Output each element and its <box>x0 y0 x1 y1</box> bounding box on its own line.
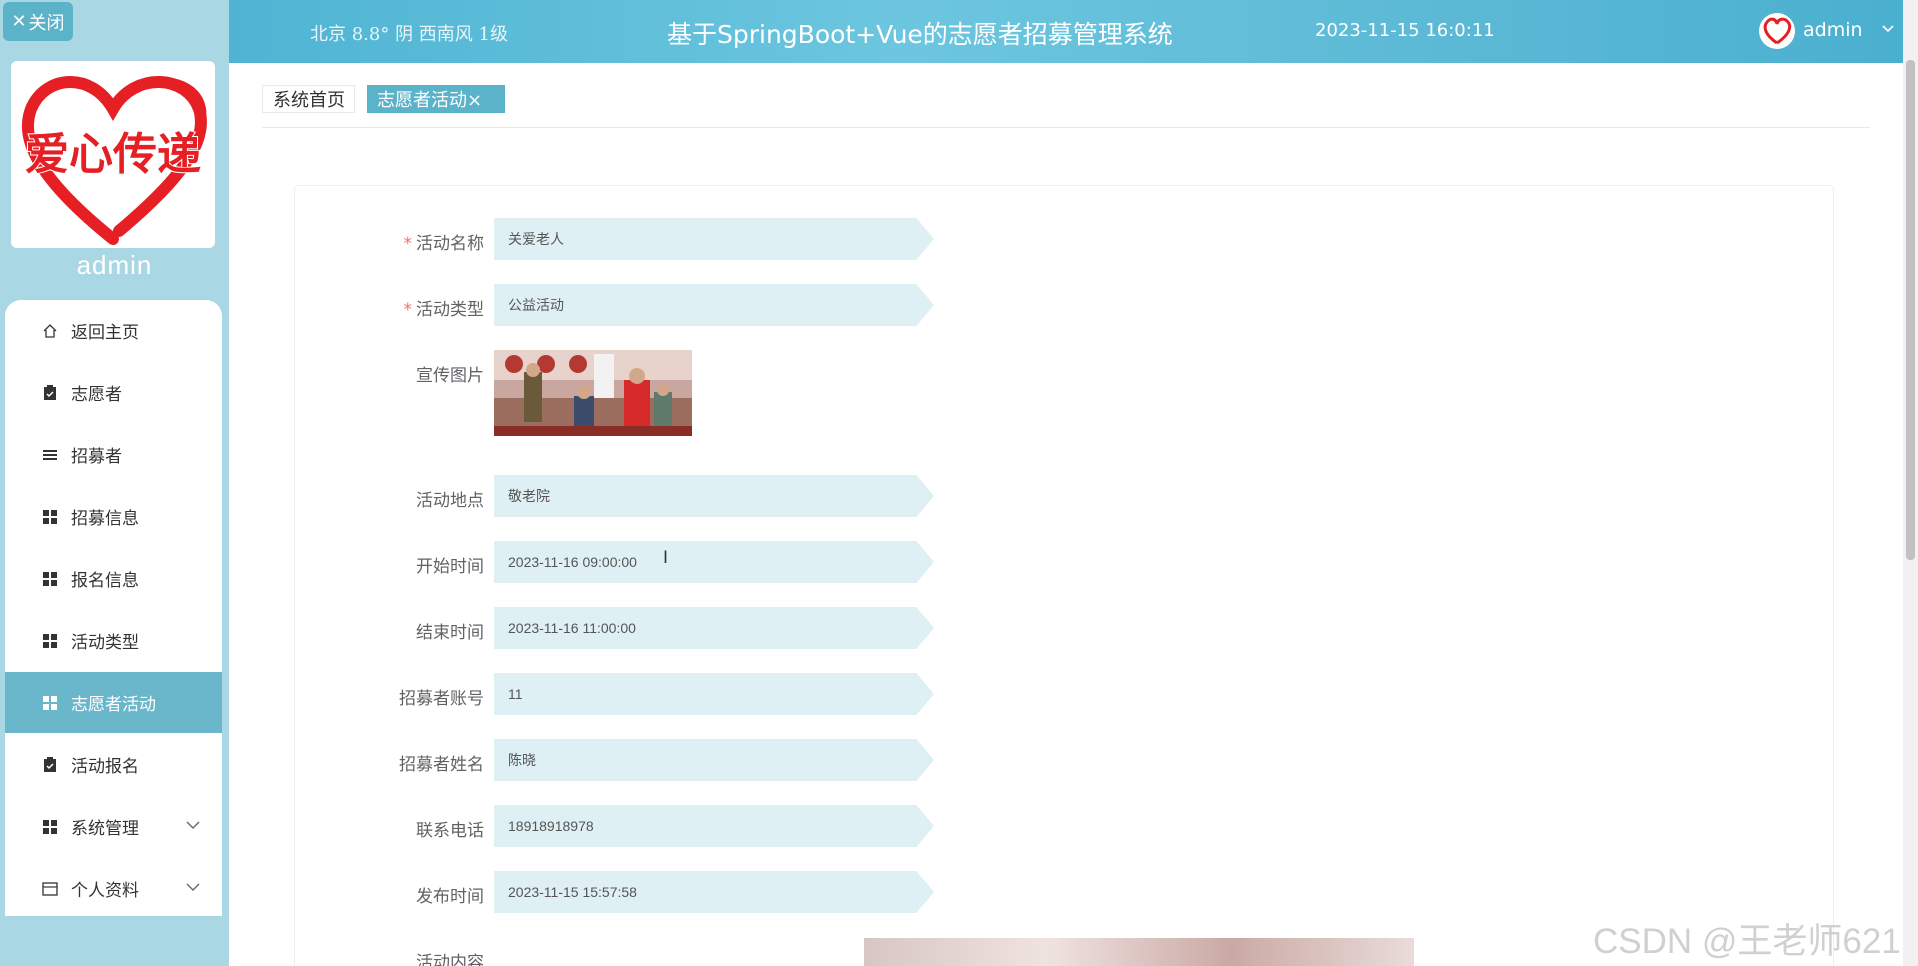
page-scrollbar[interactable] <box>1903 0 1918 966</box>
required-mark: * <box>403 300 413 320</box>
field-label: 发布时间 <box>416 887 484 907</box>
field-label: 开始时间 <box>416 557 484 577</box>
location-field[interactable]: 敬老院 <box>494 475 934 517</box>
heart-logo-icon: 爱心传递 <box>21 76 207 245</box>
top-header: 北京 8.8° 阴 西南风 1级 基于SpringBoot+Vue的志愿者招募管… <box>229 0 1903 63</box>
start-time-field[interactable]: 2023-11-16 09:00:00 <box>494 541 934 583</box>
avatar[interactable] <box>1759 13 1795 49</box>
sidebar-item-label: 志愿者 <box>71 385 122 405</box>
content-image <box>864 938 1414 966</box>
clipboard-icon <box>41 384 59 402</box>
sidebar-item-label: 志愿者活动 <box>71 695 156 715</box>
watermark: CSDN @王老师621 <box>1593 922 1901 961</box>
form-row-publish-time: 发布时间 2023-11-15 15:57:58 <box>294 871 994 915</box>
sidebar: ✕ 关闭 爱心传递 admin 返回主页 志愿者 招募者 招募信息 报名信息 活… <box>0 0 229 966</box>
scrollbar-thumb[interactable] <box>1906 60 1915 560</box>
sidebar-item-label: 返回主页 <box>71 323 139 343</box>
sidebar-item-label: 招募者 <box>71 447 122 467</box>
card-icon <box>41 880 59 898</box>
sidebar-item-label: 活动报名 <box>71 757 139 777</box>
list-icon <box>41 446 59 464</box>
sidebar-item-volunteer-activities[interactable]: 志愿者活动 <box>5 672 222 733</box>
field-label: 宣传图片 <box>416 366 484 386</box>
chevron-down-icon[interactable] <box>1882 22 1894 37</box>
end-time-field[interactable]: 2023-11-16 11:00:00 <box>494 607 934 649</box>
required-mark: * <box>403 234 413 254</box>
field-label: 活动地点 <box>416 491 484 511</box>
form-row-phone: 联系电话 18918918978 <box>294 805 994 849</box>
sidebar-username: admin <box>76 250 153 280</box>
sidebar-item-volunteers[interactable]: 志愿者 <box>5 362 222 423</box>
text-cursor-icon: I <box>663 548 669 568</box>
sidebar-item-label: 活动类型 <box>71 633 139 653</box>
form-row-recruiter-account: 招募者账号 11 <box>294 673 994 717</box>
grid-icon <box>41 570 59 588</box>
close-icon: ✕ <box>11 11 27 32</box>
sidebar-item-home[interactable]: 返回主页 <box>5 300 222 361</box>
grid-icon <box>41 694 59 712</box>
promo-image[interactable] <box>494 350 692 436</box>
weather-info: 北京 8.8° 阴 西南风 1级 <box>310 24 508 45</box>
clipboard-icon <box>41 756 59 774</box>
field-label: * 活动名称 <box>403 234 485 254</box>
grid-icon <box>41 632 59 650</box>
sidebar-item-recruiters[interactable]: 招募者 <box>5 424 222 485</box>
recruiter-account-field[interactable]: 11 <box>494 673 934 715</box>
chevron-down-icon <box>186 880 200 896</box>
field-label: 结束时间 <box>416 623 484 643</box>
tab-volunteer-activities[interactable]: 志愿者活动× <box>367 85 505 113</box>
sidebar-item-label: 招募信息 <box>71 509 139 529</box>
field-label: 招募者账号 <box>399 689 484 709</box>
close-sidebar-button[interactable]: ✕ 关闭 <box>3 2 73 41</box>
activity-name-field[interactable]: 关爱老人 <box>494 218 934 260</box>
sidebar-item-activity-signup[interactable]: 活动报名 <box>5 734 222 795</box>
form-row-start-time: 开始时间 2023-11-16 09:00:00 <box>294 541 994 585</box>
sidebar-item-activity-types[interactable]: 活动类型 <box>5 610 222 671</box>
page-title: 基于SpringBoot+Vue的志愿者招募管理系统 <box>667 20 1173 49</box>
field-label: 活动内容 <box>416 953 484 966</box>
close-button-label: 关闭 <box>28 12 65 34</box>
activity-type-field[interactable]: 公益活动 <box>494 284 934 326</box>
form-row-location: 活动地点 敬老院 <box>294 475 994 519</box>
publish-time-field[interactable]: 2023-11-15 15:57:58 <box>494 871 934 913</box>
phone-field[interactable]: 18918918978 <box>494 805 934 847</box>
form-row-recruiter-name: 招募者姓名 陈晓 <box>294 739 994 783</box>
user-menu-name[interactable]: admin <box>1803 19 1863 41</box>
grid-icon <box>41 508 59 526</box>
home-icon <box>41 322 59 340</box>
sidebar-menu: 返回主页 志愿者 招募者 招募信息 报名信息 活动类型 志愿者活动 活动报名 系… <box>5 300 222 916</box>
header-datetime: 2023-11-15 16:0:11 <box>1315 20 1495 41</box>
chevron-down-icon <box>186 818 200 834</box>
form-row-activity-type: * 活动类型 公益活动 <box>294 284 994 328</box>
form-row-end-time: 结束时间 2023-11-16 11:00:00 <box>294 607 994 651</box>
sidebar-item-recruit-info[interactable]: 招募信息 <box>5 486 222 547</box>
sidebar-item-label: 个人资料 <box>71 881 139 901</box>
recruiter-name-field[interactable]: 陈晓 <box>494 739 934 781</box>
svg-text:爱心传递: 爱心传递 <box>25 129 201 180</box>
sidebar-item-label: 报名信息 <box>71 571 139 591</box>
sidebar-item-label: 系统管理 <box>71 819 139 839</box>
sidebar-item-profile[interactable]: 个人资料 <box>5 858 222 916</box>
sidebar-item-signup-info[interactable]: 报名信息 <box>5 548 222 609</box>
grid-icon <box>41 818 59 836</box>
form-row-activity-name: * 活动名称 关爱老人 <box>294 218 994 262</box>
tab-divider <box>262 127 1870 128</box>
field-label: * 活动类型 <box>403 300 485 320</box>
field-label: 招募者姓名 <box>399 755 484 775</box>
sidebar-item-system-management[interactable]: 系统管理 <box>5 796 222 857</box>
field-label: 联系电话 <box>416 821 484 841</box>
logo: 爱心传递 <box>11 61 215 248</box>
tab-home[interactable]: 系统首页 <box>262 85 355 113</box>
